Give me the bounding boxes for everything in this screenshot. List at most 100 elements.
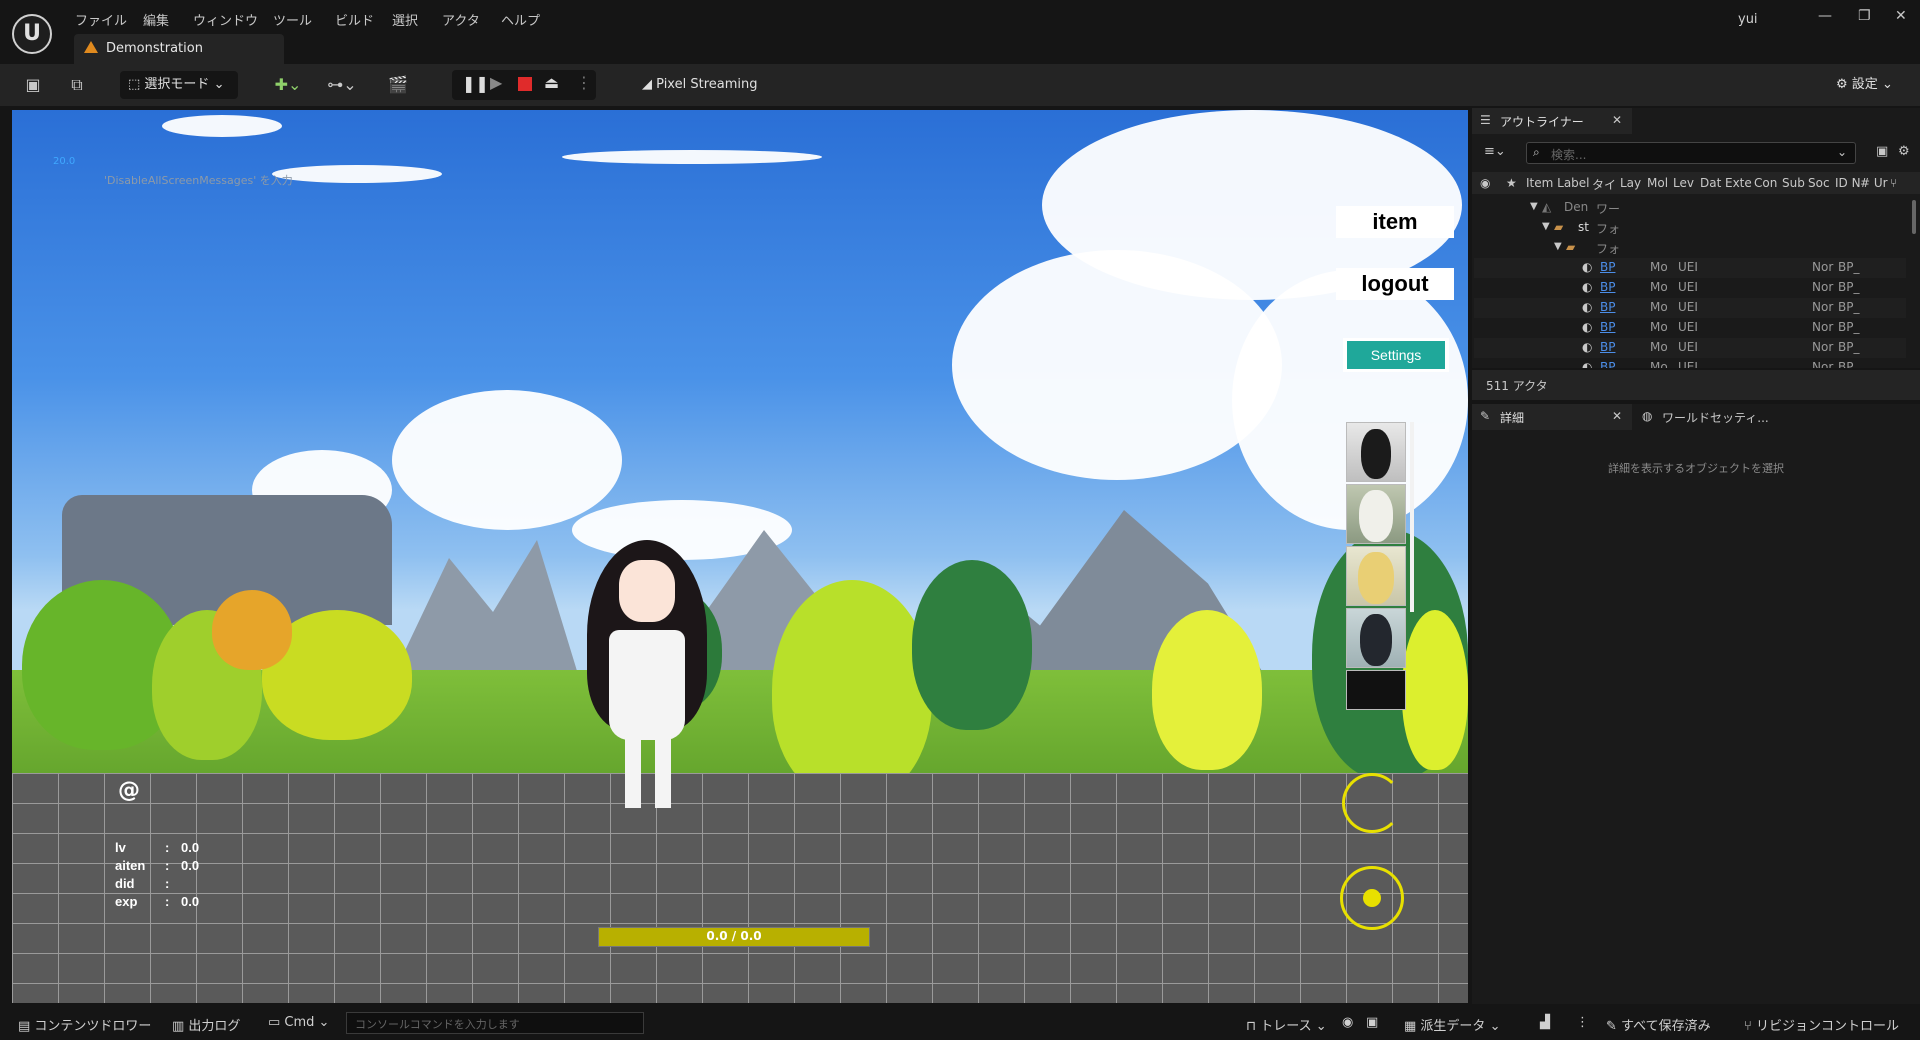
play-controls: ❚❚ ▶ ⏏ ⋮ xyxy=(452,70,596,100)
cinematics-icon[interactable]: 🎬 xyxy=(380,74,416,96)
tree xyxy=(1152,610,1262,770)
network-icon[interactable]: ▟ xyxy=(1540,1015,1550,1030)
filter-icon[interactable]: ≡⌄ xyxy=(1484,144,1506,159)
gear-icon[interactable]: ⚙ xyxy=(1898,144,1910,159)
stop-icon[interactable] xyxy=(518,77,532,91)
search-icon: ⌕ xyxy=(1533,145,1540,159)
camera-joystick[interactable] xyxy=(1342,773,1402,833)
actor-row[interactable]: ◐ BP Mo UEI Nor BP_ xyxy=(1474,258,1906,278)
action-button[interactable] xyxy=(1340,866,1404,930)
menu-file[interactable]: ファイル xyxy=(75,10,127,29)
trace-dropdown[interactable]: ⊓ トレース ⌄ xyxy=(1246,1015,1327,1034)
close-icon[interactable]: ✕ xyxy=(1612,113,1622,127)
console-input[interactable]: コンソールコマンドを入力します xyxy=(346,1012,644,1034)
menu-window[interactable]: ウィンドウ xyxy=(193,10,258,29)
actor-row[interactable]: ◐ BP Mo UEI Nor BP_ xyxy=(1474,338,1906,358)
output-log-label: 出力ログ xyxy=(188,1019,241,1034)
expand-arrow-icon[interactable]: ▼ xyxy=(1554,241,1562,252)
tree-row[interactable]: ▼ ▰ st フォ xyxy=(1474,218,1906,238)
close-window-icon[interactable]: ✕ xyxy=(1895,8,1907,24)
game-viewport[interactable]: 20.0 'DisableAllScreenMessages' を入力 @ lv… xyxy=(12,110,1468,1003)
menu-actor[interactable]: アクタ xyxy=(442,10,480,29)
document-tab[interactable]: Demonstration xyxy=(74,34,284,64)
minimize-icon[interactable]: — xyxy=(1818,8,1832,24)
chevron-down-icon: ⌄ xyxy=(314,1015,330,1030)
col-uncached[interactable]: # Ur xyxy=(1860,176,1888,190)
outliner-scrollbar[interactable] xyxy=(1912,200,1916,234)
settings-dropdown[interactable]: ⚙ 設定 ⌄ xyxy=(1828,71,1908,99)
eject-icon[interactable]: ⏏ xyxy=(544,73,559,92)
menu-help[interactable]: ヘルプ xyxy=(501,10,540,29)
outliner-tab[interactable]: ☰ アウトライナー ✕ xyxy=(1472,108,1632,134)
expand-arrow-icon[interactable]: ▼ xyxy=(1530,201,1538,212)
blueprint-icon[interactable]: ⊶⌄ xyxy=(324,74,360,96)
col-mobility[interactable]: Mol xyxy=(1647,176,1668,190)
menu-tools[interactable]: ツール xyxy=(273,10,312,29)
expand-arrow-icon[interactable]: ▼ xyxy=(1542,221,1550,232)
add-actor-icon[interactable]: ✚⌄ xyxy=(270,74,306,96)
more-options-icon[interactable]: ⋮ xyxy=(1576,1015,1589,1030)
mode-dropdown[interactable]: ⬚ 選択モード ⌄ xyxy=(120,71,238,99)
col-socket[interactable]: Soc xyxy=(1808,176,1830,190)
close-icon[interactable]: ✕ xyxy=(1612,409,1622,423)
actor-label: BP xyxy=(1600,300,1616,314)
portrait-dark-helmet[interactable] xyxy=(1346,608,1406,668)
col-data-layer[interactable]: Dat xyxy=(1700,176,1721,190)
col-content[interactable]: Con xyxy=(1754,176,1777,190)
step-icon[interactable]: ▶ xyxy=(490,73,502,92)
fps-counter: 20.0 xyxy=(53,156,76,167)
col-id[interactable]: ID N xyxy=(1835,176,1861,190)
col-sub[interactable]: Sub xyxy=(1782,176,1805,190)
col-type[interactable]: タイ xyxy=(1592,176,1616,193)
save-all-button[interactable]: ✎ すべて保存済み xyxy=(1606,1015,1711,1034)
unreal-logo-icon[interactable]: U xyxy=(12,14,52,54)
player-character[interactable] xyxy=(587,540,707,808)
col-external[interactable]: Exte xyxy=(1725,176,1752,190)
save-icon[interactable]: ▣ xyxy=(22,74,44,96)
actor-row[interactable]: ◐ BP Mo UEI Nor BP_ xyxy=(1474,358,1906,368)
actor-row[interactable]: ◐ BP Mo UEI Nor BP_ xyxy=(1474,278,1906,298)
portrait-blonde-hair[interactable] xyxy=(1346,546,1406,606)
restore-icon[interactable]: ❐ xyxy=(1858,8,1871,24)
portrait-scrollbar[interactable] xyxy=(1410,422,1414,612)
world-settings-tab[interactable]: ◍ ワールドセッティ... xyxy=(1634,404,1874,430)
pixel-streaming-label: Pixel Streaming xyxy=(656,77,758,92)
record-icon[interactable]: ◉ xyxy=(1342,1015,1353,1030)
more-options-icon[interactable]: ⋮ xyxy=(576,73,592,92)
outliner-search-input[interactable]: ⌕ 検索... ⌄ xyxy=(1526,142,1856,164)
portrait-white-hair[interactable] xyxy=(1346,484,1406,544)
col-layer[interactable]: Lay xyxy=(1620,176,1641,190)
item-button[interactable]: item xyxy=(1336,206,1454,238)
cmd-dropdown[interactable]: ▭ Cmd ⌄ xyxy=(268,1015,329,1030)
character-portrait-list[interactable] xyxy=(1342,422,1414,722)
actor-row[interactable]: ◐ BP Mo UEI Nor BP_ xyxy=(1474,298,1906,318)
details-tab[interactable]: ✎ 詳細 ✕ xyxy=(1472,404,1632,430)
menu-build[interactable]: ビルド xyxy=(335,10,374,29)
menu-select[interactable]: 選択 xyxy=(392,10,418,29)
star-icon[interactable]: ★ xyxy=(1506,176,1517,190)
game-settings-button[interactable]: Settings xyxy=(1347,341,1445,369)
revision-control-dropdown[interactable]: ⑂ リビジョンコントロール xyxy=(1744,1015,1899,1034)
portrait-small[interactable] xyxy=(1346,670,1406,710)
tree-row[interactable]: ▼ ▰ フォ xyxy=(1474,238,1906,258)
add-folder-icon[interactable]: ▣ xyxy=(1876,144,1888,159)
menu-edit[interactable]: 編集 xyxy=(143,10,169,29)
col-level[interactable]: Lev xyxy=(1673,176,1694,190)
browse-icon[interactable]: ⧉ xyxy=(66,74,88,96)
col-item-label[interactable]: Item Label xyxy=(1526,176,1590,190)
actor-row[interactable]: ◐ BP Mo UEI Nor BP_ xyxy=(1474,318,1906,338)
column-options-icon[interactable]: ⑂ xyxy=(1890,176,1897,190)
output-log-button[interactable]: ▥ 出力ログ xyxy=(172,1015,240,1034)
logout-button[interactable]: logout xyxy=(1336,268,1454,300)
content-drawer-button[interactable]: ▤ コンテンツドロワー xyxy=(18,1015,151,1034)
pixel-streaming-dropdown[interactable]: ◢ Pixel Streaming ⌄ xyxy=(634,71,770,120)
actor-level: UEI xyxy=(1678,260,1698,274)
log-icon: ▥ xyxy=(172,1019,189,1034)
portrait-black-hair[interactable] xyxy=(1346,422,1406,482)
pencil-icon: ✎ xyxy=(1480,409,1491,423)
screenshot-icon[interactable]: ▣ xyxy=(1366,1015,1378,1030)
pause-icon[interactable]: ❚❚ xyxy=(462,74,489,93)
tree-row[interactable]: ▼ ◭ Den ワー xyxy=(1474,198,1906,218)
derived-data-dropdown[interactable]: ▦ 派生データ ⌄ xyxy=(1404,1015,1500,1034)
visibility-icon[interactable]: ◉ xyxy=(1480,176,1490,190)
